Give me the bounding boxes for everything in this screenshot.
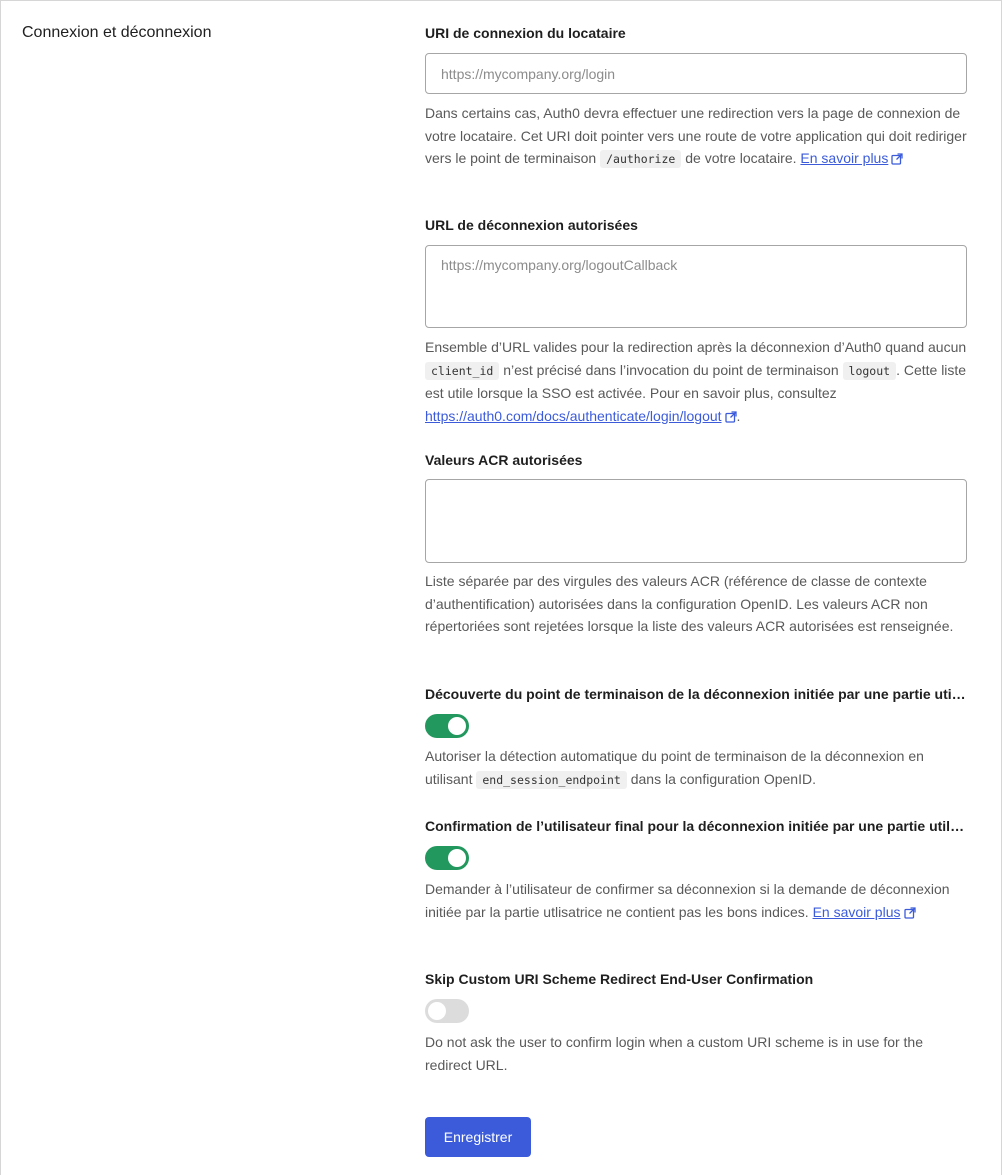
logout-urls-help: Ensemble d’URL valides pour la redirecti…	[425, 336, 967, 429]
toggle-knob	[428, 1002, 446, 1020]
login-uri-input[interactable]	[425, 53, 967, 94]
skip-custom-uri-label: Skip Custom URI Scheme Redirect End-User…	[425, 971, 814, 987]
settings-card: Connexion et déconnexion URI de connexio…	[0, 0, 1002, 1175]
client-id-code: client_id	[425, 361, 500, 380]
login-uri-help: Dans certains cas, Auth0 devra effectuer…	[425, 102, 967, 172]
logout-docs-link[interactable]: https://auth0.com/docs/authenticate/logi…	[425, 408, 722, 424]
rp-logout-confirmation-label: Confirmation de l’utilisateur final pour…	[425, 818, 967, 834]
end-session-endpoint-code: end_session_endpoint	[476, 770, 627, 789]
section-title: Connexion et déconnexion	[22, 24, 212, 41]
toggle-knob	[448, 717, 466, 735]
acr-values-label: Valeurs ACR autorisées	[425, 452, 583, 468]
login-uri-label: URI de connexion du locataire	[425, 25, 626, 41]
logout-code: logout	[842, 361, 897, 380]
rp-logout-discovery-help: Autoriser la détection automatique du po…	[425, 748, 924, 789]
login-uri-learn-more-link[interactable]: En savoir plus	[800, 150, 888, 166]
external-link-icon	[903, 903, 916, 926]
acr-values-help: Liste séparée par des virgules des valeu…	[425, 573, 954, 634]
toggle-knob	[448, 849, 466, 867]
logout-urls-label: URL de déconnexion autorisées	[425, 217, 638, 233]
authorize-code: /authorize	[600, 150, 682, 168]
external-link-icon	[724, 407, 737, 430]
save-button[interactable]: Enregistrer	[425, 1117, 531, 1157]
logout-urls-textarea[interactable]	[425, 245, 967, 328]
rp-logout-learn-more-link[interactable]: En savoir plus	[813, 904, 901, 920]
rp-logout-confirmation-help: Demander à l’utilisateur de confirmer sa…	[425, 878, 967, 925]
rp-logout-discovery-toggle[interactable]	[425, 714, 469, 738]
rp-logout-discovery-label: Découverte du point de terminaison de la…	[425, 686, 967, 702]
skip-custom-uri-toggle[interactable]	[425, 999, 469, 1023]
acr-values-textarea[interactable]	[425, 479, 967, 563]
skip-custom-uri-help: Do not ask the user to confirm login whe…	[425, 1034, 924, 1073]
rp-logout-confirmation-toggle[interactable]	[425, 846, 469, 870]
external-link-icon	[891, 149, 903, 172]
